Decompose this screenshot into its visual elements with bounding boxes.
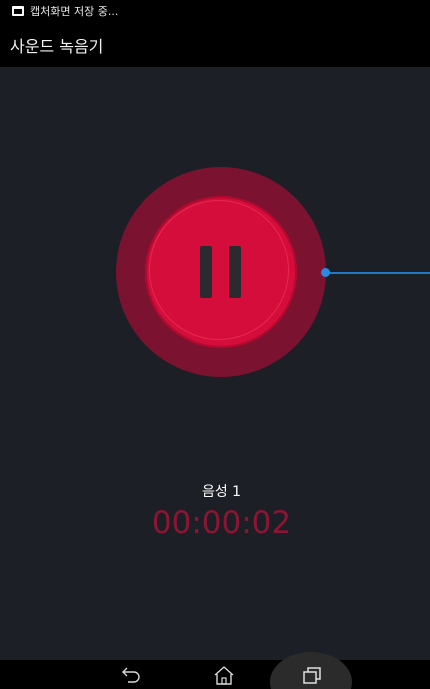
recording-name: 음성 1 <box>201 484 242 500</box>
back-button[interactable] <box>116 663 146 687</box>
pause-button[interactable] <box>145 196 297 348</box>
screenshot-icon <box>12 5 24 16</box>
pause-icon-left-bar <box>200 246 212 298</box>
recorder-panel: 음성 1 00:00:02 <box>0 67 430 660</box>
navigation-bar <box>0 652 430 689</box>
recent-apps-icon <box>303 667 321 684</box>
pause-icon-right-bar <box>229 246 241 298</box>
waveform-playhead-dot <box>321 268 330 277</box>
back-arrow-icon <box>122 667 140 683</box>
app-title: 사운드 녹음기 <box>10 37 104 56</box>
home-icon <box>214 666 234 685</box>
recent-apps-button[interactable] <box>297 663 327 687</box>
app-title-bar: 사운드 녹음기 <box>0 21 430 67</box>
pause-button-border <box>149 200 289 340</box>
home-button[interactable] <box>209 663 239 687</box>
waveform-line <box>326 272 430 274</box>
recording-elapsed-time: 00:00:02 <box>151 505 292 541</box>
status-notification-text: 캡처화면 저장 중... <box>30 4 119 18</box>
status-bar: 캡처화면 저장 중... <box>0 0 430 21</box>
sound-recorder-screen: 캡처화면 저장 중... 사운드 녹음기 음성 1 00:00:02 <box>0 0 430 689</box>
